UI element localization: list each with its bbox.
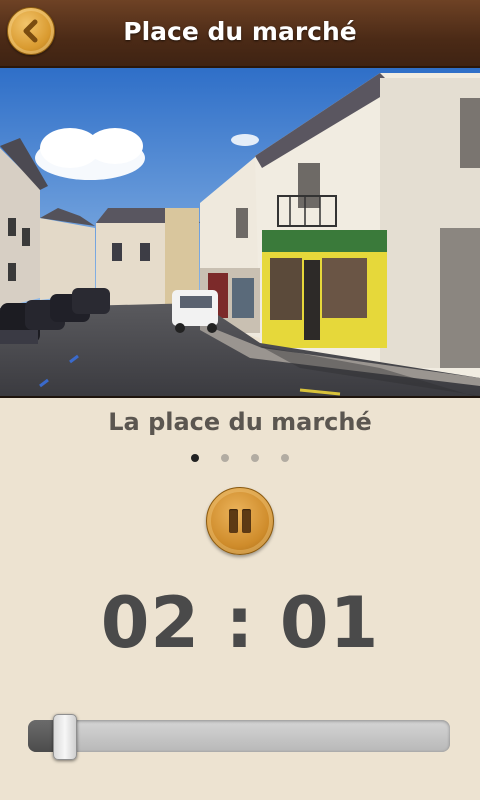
elapsed-time: 02 : 01 (100, 582, 380, 664)
header-bar: Place du marché (0, 0, 480, 68)
page-dot[interactable] (221, 454, 229, 462)
pause-button[interactable] (206, 487, 274, 555)
page-dot[interactable] (251, 454, 259, 462)
photo-caption: La place du marché (108, 408, 372, 436)
page-title: Place du marché (123, 17, 357, 46)
pause-bar-left (229, 509, 238, 533)
page-indicator (0, 454, 480, 464)
seek-slider[interactable] (28, 720, 450, 752)
page-dot[interactable] (281, 454, 289, 462)
place-photo[interactable] (0, 68, 480, 398)
page-dot[interactable] (191, 454, 199, 462)
seek-handle[interactable] (52, 714, 77, 760)
pause-bar-right (242, 509, 251, 533)
